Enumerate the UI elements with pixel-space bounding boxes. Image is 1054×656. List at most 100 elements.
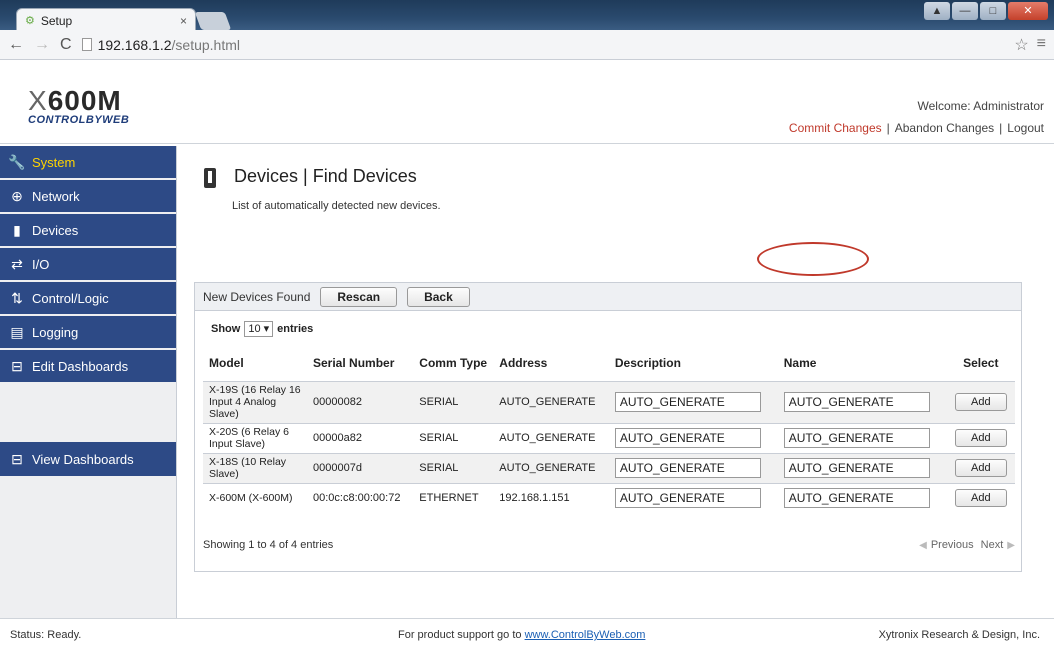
status-footer: Status: Ready. For product support go to… (0, 618, 1054, 650)
logout-link[interactable]: Logout (1007, 121, 1044, 135)
sidebar-item-io[interactable]: ⇄ I/O (0, 248, 176, 282)
devices-panel: New Devices Found Rescan Back Show 10 ▾ … (194, 282, 1022, 572)
description-input[interactable]: AUTO_GENERATE (614, 428, 761, 448)
window-maximize-icon[interactable]: □ (980, 2, 1006, 20)
description-input[interactable]: AUTO_GENERATE (614, 458, 761, 478)
page-icon (81, 38, 92, 51)
entries-select-value: 10 (248, 323, 261, 335)
address-cell: AUTO_GENERATE (493, 380, 609, 423)
sidebar: 🔧 System ⊕ Network ▮ Devices ⇄ I/O ⇅ Con… (0, 146, 177, 618)
welcome-text: Welcome: Administrator (917, 99, 1045, 113)
back-button[interactable]: Back (407, 286, 470, 307)
sidebar-item-system[interactable]: 🔧 System (0, 146, 176, 180)
table-row: X-19S (16 Relay 16 Input 4 Analog Slave)… (203, 380, 1015, 423)
panel-heading: New Devices Found (203, 289, 311, 304)
name-input[interactable]: AUTO_GENERATE (783, 392, 930, 412)
show-label: Show (211, 323, 241, 335)
add-button[interactable]: Add (954, 393, 1007, 411)
window-minimize-icon[interactable]: — (952, 2, 978, 20)
table-row: X-600M (X-600M) 00:0c:c8:00:00:72 ETHERN… (203, 482, 1015, 513)
model-cell: X-18S (10 Relay Slave) (203, 452, 307, 483)
serial-cell: 00000082 (307, 380, 414, 423)
add-button[interactable]: Add (954, 459, 1007, 477)
sidebar-item-edit-dashboards[interactable]: ⊟ Edit Dashboards (0, 350, 176, 384)
showing-entries-text: Showing 1 to 4 of 4 entries (203, 539, 334, 551)
column-header[interactable]: Address (493, 345, 609, 381)
forward-arrow-icon[interactable]: → (34, 36, 50, 54)
browser-tab[interactable]: ⚙ Setup × (16, 8, 196, 32)
name-input[interactable]: AUTO_GENERATE (783, 488, 930, 509)
next-button[interactable]: Next (981, 539, 1004, 551)
sidebar-item-label: View Dashboards (32, 451, 134, 467)
company-text: Xytronix Research & Design, Inc. (878, 629, 1040, 641)
sidebar-item-network[interactable]: ⊕ Network (0, 180, 176, 214)
support-text: For product support go to www.ControlByW… (398, 629, 645, 641)
url-field[interactable]: 192.168.1.2/setup.html (81, 36, 240, 53)
browser-titlebar: ⚙ Setup × ▲ — □ ✕ (0, 0, 1054, 32)
column-header[interactable]: Model (203, 345, 307, 381)
sidebar-item-devices[interactable]: ▮ Devices (0, 214, 176, 248)
column-header[interactable]: Serial Number (307, 345, 413, 381)
sidebar-item-label: Devices (32, 222, 79, 238)
sidebar-item-view-dashboards[interactable]: ⊟ View Dashboards (0, 442, 176, 478)
entries-select[interactable]: 10 ▾ (244, 321, 274, 337)
rescan-button[interactable]: Rescan (320, 286, 398, 307)
name-input[interactable]: AUTO_GENERATE (783, 458, 930, 478)
menu-icon[interactable]: ≡ (1037, 35, 1046, 55)
entries-label: entries (277, 323, 314, 335)
table-info: Showing 1 to 4 of 4 entries ◀ Previous Ne… (203, 539, 1015, 551)
previous-button[interactable]: Previous (931, 539, 974, 551)
sidebar-item-label: Edit Dashboards (32, 358, 129, 374)
comm-type-cell: SERIAL (413, 452, 494, 483)
back-arrow-icon[interactable]: ← (8, 36, 24, 54)
previous-arrow-icon[interactable]: ◀ (919, 540, 927, 551)
add-button[interactable]: Add (954, 489, 1007, 508)
reload-icon[interactable]: C (60, 36, 72, 54)
window-close-icon[interactable]: ✕ (1008, 2, 1048, 20)
support-link[interactable]: www.ControlByWeb.com (525, 629, 646, 641)
address-cell: 192.168.1.151 (493, 482, 609, 513)
new-tab-button[interactable] (194, 12, 232, 30)
url-host: 192.168.1.2 (97, 36, 172, 53)
column-header[interactable]: Comm Type (413, 345, 493, 381)
sidebar-item-logging[interactable]: ▤ Logging (0, 316, 176, 350)
column-header[interactable]: Description (609, 345, 778, 381)
column-header[interactable]: Select (947, 345, 1015, 381)
commit-changes-link[interactable]: Commit Changes (789, 121, 882, 135)
sidebar-item-label: I/O (32, 256, 50, 272)
description-input[interactable]: AUTO_GENERATE (614, 392, 761, 412)
logo-text: 600M (47, 85, 122, 116)
page-title: Devices | Find Devices (234, 166, 417, 186)
comm-type-cell: SERIAL (413, 422, 494, 453)
tab-title: Setup (40, 13, 73, 28)
name-input[interactable]: AUTO_GENERATE (783, 428, 930, 448)
tab-favicon-icon: ⚙ (25, 15, 35, 27)
sidebar-item-control-logic[interactable]: ⇅ Control/Logic (0, 282, 176, 316)
table-row: X-18S (10 Relay Slave) 0000007d SERIAL A… (203, 452, 1015, 483)
model-cell: X-19S (16 Relay 16 Input 4 Analog Slave) (203, 380, 307, 423)
table-row: X-20S (6 Relay 6 Input Slave) 00000a82 S… (203, 422, 1015, 453)
address-cell: AUTO_GENERATE (493, 422, 609, 453)
dashboard-icon: ⊟ (11, 357, 23, 374)
add-button[interactable]: Add (954, 429, 1007, 447)
abandon-changes-link[interactable]: Abandon Changes (895, 121, 994, 135)
main-content: Devices | Find Devices List of automatic… (192, 146, 1044, 618)
arrows-icon: ⇄ (11, 255, 23, 272)
logic-icon: ⇅ (11, 289, 23, 306)
window-restore-icon[interactable]: ▲ (924, 2, 950, 20)
address-cell: AUTO_GENERATE (493, 452, 609, 483)
address-bar: ← → C 192.168.1.2/setup.html ☆ ≡ (0, 30, 1054, 60)
logo: X600M CONTROLBYWEB (28, 85, 129, 127)
column-header[interactable]: Name (778, 345, 947, 381)
devices-table: Model Serial Number Comm Type Address De… (203, 345, 1015, 513)
bookmark-star-icon[interactable]: ☆ (1014, 35, 1028, 55)
sidebar-item-label: Network (32, 188, 80, 204)
sidebar-item-label: Control/Logic (32, 290, 109, 306)
description-input[interactable]: AUTO_GENERATE (614, 488, 761, 509)
sidebar-item-label: Logging (32, 324, 79, 340)
window-controls: ▲ — □ ✕ (924, 2, 1048, 20)
tab-close-icon[interactable]: × (180, 14, 187, 28)
model-cell: X-20S (6 Relay 6 Input Slave) (203, 422, 307, 453)
model-cell: X-600M (X-600M) (203, 482, 307, 513)
next-arrow-icon[interactable]: ▶ (1007, 540, 1015, 551)
